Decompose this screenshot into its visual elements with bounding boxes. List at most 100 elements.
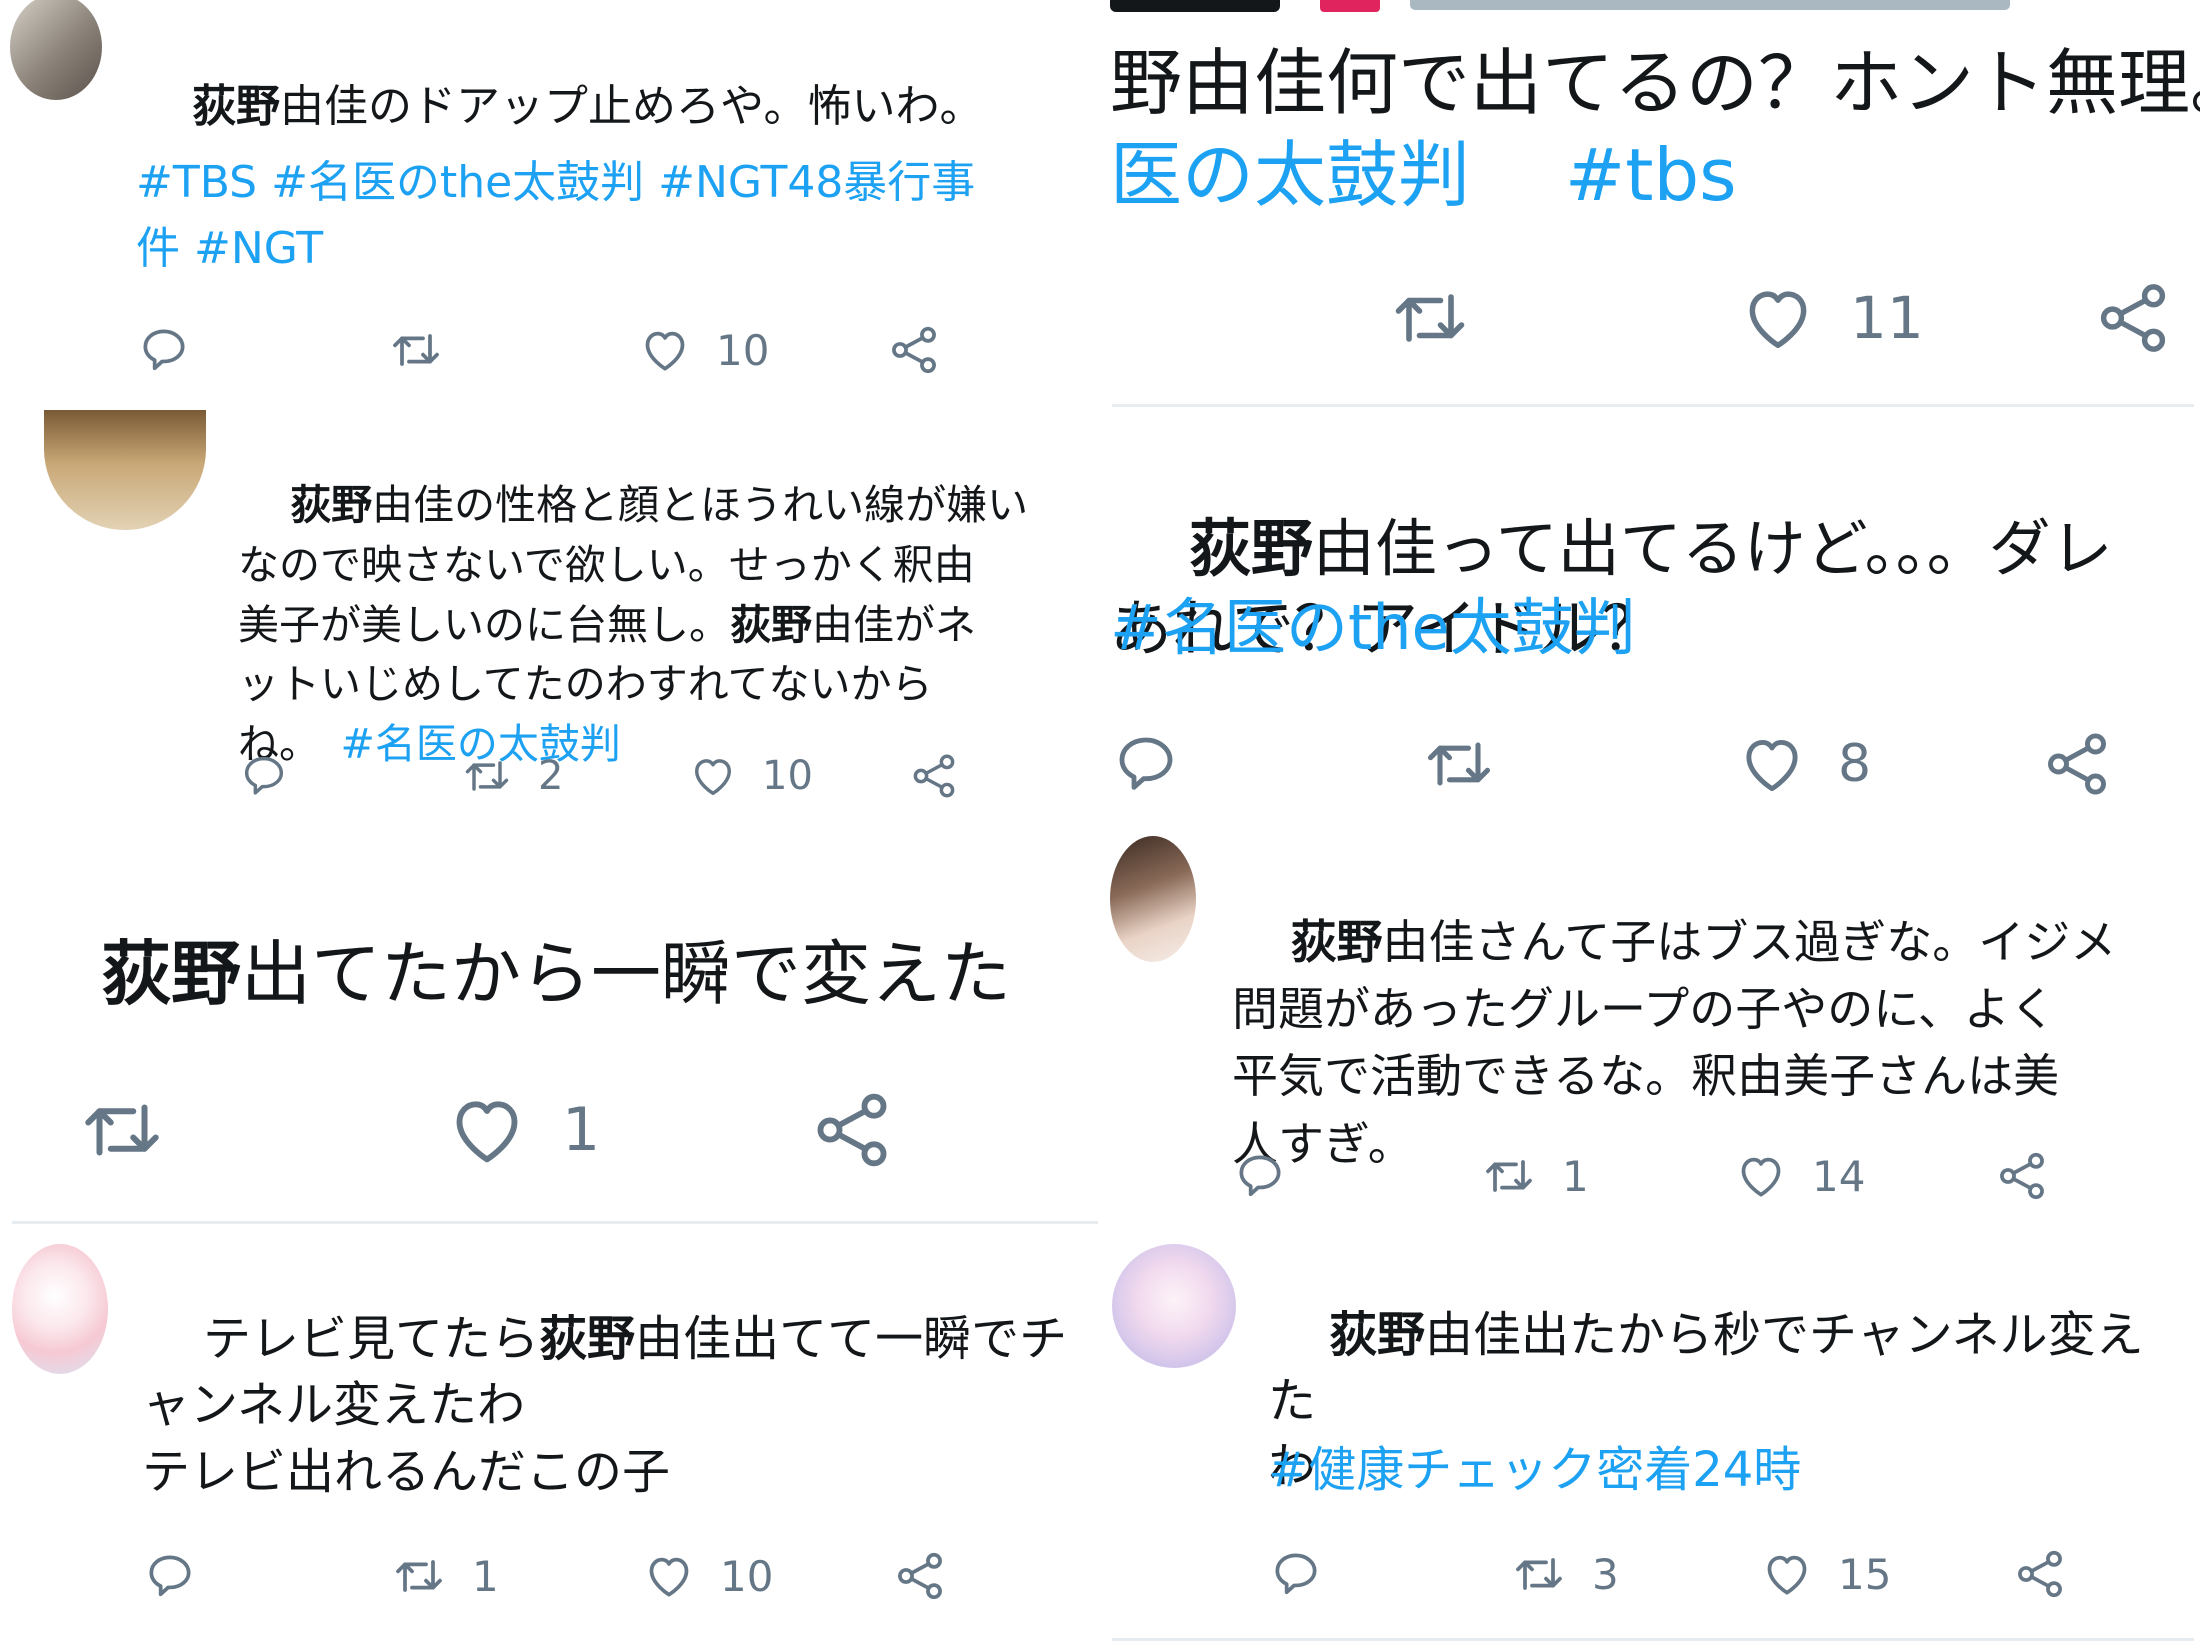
tweet-3[interactable]: 荻野出てたから一瞬で変えた 1	[0, 830, 1100, 1230]
reply-icon	[1275, 1553, 1317, 1595]
reply-icon	[143, 329, 185, 371]
tweet-actions: 1 10	[142, 1536, 962, 1616]
tweet-1[interactable]: 荻野由佳のドアップ止めろや。怖いわ。 #TBS #名医のthe太鼓判 #NGT4…	[0, 0, 1100, 410]
avatar[interactable]	[44, 410, 206, 530]
keyword: 荻野	[1290, 915, 1383, 970]
hashtag[interactable]: #名医のthe太鼓判	[1110, 588, 2190, 669]
share-icon	[2100, 284, 2166, 352]
reply-icon	[149, 1555, 191, 1597]
retweet-icon	[396, 1560, 442, 1592]
like-count: 11	[1850, 284, 1924, 352]
share-icon	[898, 1552, 942, 1600]
like-count: 14	[1812, 1151, 1866, 1201]
tweet-actions: 2 10	[238, 736, 998, 816]
tweet-8[interactable]: 荻野由佳出たから秒でチャンネル変えた わ #健康チェック密着24時 3 15	[1110, 1228, 2200, 1650]
keyword: 荻野	[191, 80, 280, 132]
retweet-button[interactable]: 1	[388, 1536, 499, 1616]
avatar[interactable]	[10, 0, 102, 100]
share-icon	[2000, 1152, 2044, 1200]
retweet-button[interactable]: 2	[458, 736, 563, 816]
tweet-text-line2: テレビ出れるんだこの子	[142, 1444, 671, 1500]
share-button[interactable]	[1994, 1136, 2050, 1216]
tweet-actions: 1 14	[1232, 1136, 2072, 1216]
hashtags[interactable]: #TBS #名医のthe太鼓判 #NGT48暴行事 件 #NGT	[136, 150, 1066, 282]
divider	[12, 1221, 1098, 1224]
heart-icon	[645, 331, 685, 371]
like-button[interactable]: 15	[1758, 1534, 1891, 1614]
hashtag[interactable]: #健康チェック密着24時	[1268, 1438, 2188, 1503]
like-button[interactable]: 10	[636, 310, 769, 390]
avatar[interactable]	[12, 1244, 108, 1374]
share-button[interactable]	[2040, 714, 2114, 814]
tweet-7[interactable]: 荻野由佳さんて子はブス過ぎな。イジメ 問題があったグループの子やのに、よく 平気…	[1110, 828, 2200, 1228]
tweet-6[interactable]: 荻野由佳って出てるけど。。。ダレ あれで？アイドル？ #名医のthe太鼓判 8	[1110, 408, 2200, 828]
like-button[interactable]: 1	[442, 1080, 600, 1180]
reply-button[interactable]	[142, 1536, 198, 1616]
heart-icon	[1746, 739, 1798, 792]
share-button[interactable]	[886, 310, 942, 390]
reply-button[interactable]	[1268, 1534, 1324, 1614]
retweet-icon	[85, 1104, 159, 1156]
share-button[interactable]	[2012, 1534, 2068, 1614]
reply-icon	[244, 756, 284, 795]
tweet-5[interactable]: 野由佳何で出てるの？ホント無理。 医の太鼓判 #tbs 11	[1110, 0, 2200, 408]
keyword: 荻野	[101, 933, 242, 1015]
heart-icon	[1767, 1555, 1807, 1595]
tweet-2[interactable]: 荻野由佳の性格と顔とほうれい線が嫌い なので映さないで欲しい。せっかく釈由 美子…	[0, 410, 1100, 830]
like-count: 10	[716, 325, 770, 375]
retweet-button[interactable]	[1380, 268, 1502, 368]
like-button[interactable]: 14	[1732, 1136, 1865, 1216]
reply-button[interactable]	[238, 736, 290, 816]
share-button[interactable]	[2092, 268, 2174, 368]
reply-button[interactable]	[1232, 1136, 1288, 1216]
share-button[interactable]	[908, 736, 960, 816]
share-icon	[2018, 1550, 2062, 1598]
share-button[interactable]	[892, 1536, 948, 1616]
retweet-count: 1	[1562, 1151, 1589, 1201]
text-rest: 出てたから一瞬で変えた	[241, 933, 1012, 1015]
retweet-button[interactable]: 3	[1508, 1534, 1619, 1614]
share-icon	[892, 326, 936, 374]
like-button[interactable]: 8	[1734, 714, 1871, 814]
share-icon	[2048, 733, 2106, 795]
hashtags[interactable]: 医の太鼓判 #tbs	[1110, 132, 2190, 218]
retweet-icon	[465, 761, 509, 791]
retweet-count: 2	[538, 753, 564, 799]
heart-icon	[456, 1101, 518, 1163]
reply-button[interactable]	[136, 310, 192, 390]
tweet-actions: 1	[70, 1080, 990, 1180]
retweet-icon	[1516, 1558, 1562, 1590]
share-icon	[913, 754, 955, 798]
reply-icon	[1239, 1155, 1281, 1197]
like-button[interactable]: 10	[640, 1536, 773, 1616]
avatar[interactable]	[1110, 836, 1196, 962]
tweet-text: 野由佳何で出てるの？ホント無理。	[1110, 41, 2200, 125]
like-count: 1	[562, 1095, 601, 1165]
retweet-button[interactable]	[1414, 714, 1526, 814]
retweet-button[interactable]	[70, 1080, 196, 1180]
retweet-button[interactable]	[384, 310, 470, 390]
heart-icon	[649, 1557, 689, 1597]
tweet-4[interactable]: テレビ見てたら荻野由佳出てて一瞬でチ ャンネル変えたわ テレビ出れるんだこの子 …	[0, 1232, 1100, 1650]
reply-button[interactable]	[1110, 714, 1182, 814]
heart-icon	[695, 759, 731, 796]
heart-icon	[1749, 291, 1807, 349]
tweet-text: 荻野由佳出たから秒でチャンネル変えた わ	[1268, 1238, 2188, 1564]
cropped-header	[1110, 0, 2200, 16]
share-button[interactable]	[808, 1080, 896, 1180]
share-icon	[817, 1093, 887, 1167]
retweet-button[interactable]: 1	[1478, 1136, 1589, 1216]
keyword: 荻野	[730, 600, 812, 649]
tweet-text: 荻野出てたから一瞬で変えた	[12, 838, 1092, 1111]
retweet-icon	[1395, 294, 1465, 342]
like-count: 8	[1838, 734, 1872, 794]
avatar[interactable]	[1112, 1244, 1236, 1368]
text-part: テレビ見てたら	[203, 1311, 540, 1368]
like-button[interactable]: 11	[1736, 268, 1924, 368]
tweet-actions: 3 15	[1268, 1534, 2108, 1614]
retweet-count: 1	[472, 1551, 499, 1601]
divider	[1112, 1638, 2194, 1641]
tweet-actions: 10	[136, 310, 956, 390]
text-rest: 由佳のドアップ止めろや。怖いわ。	[279, 80, 984, 132]
like-button[interactable]: 10	[686, 736, 813, 816]
